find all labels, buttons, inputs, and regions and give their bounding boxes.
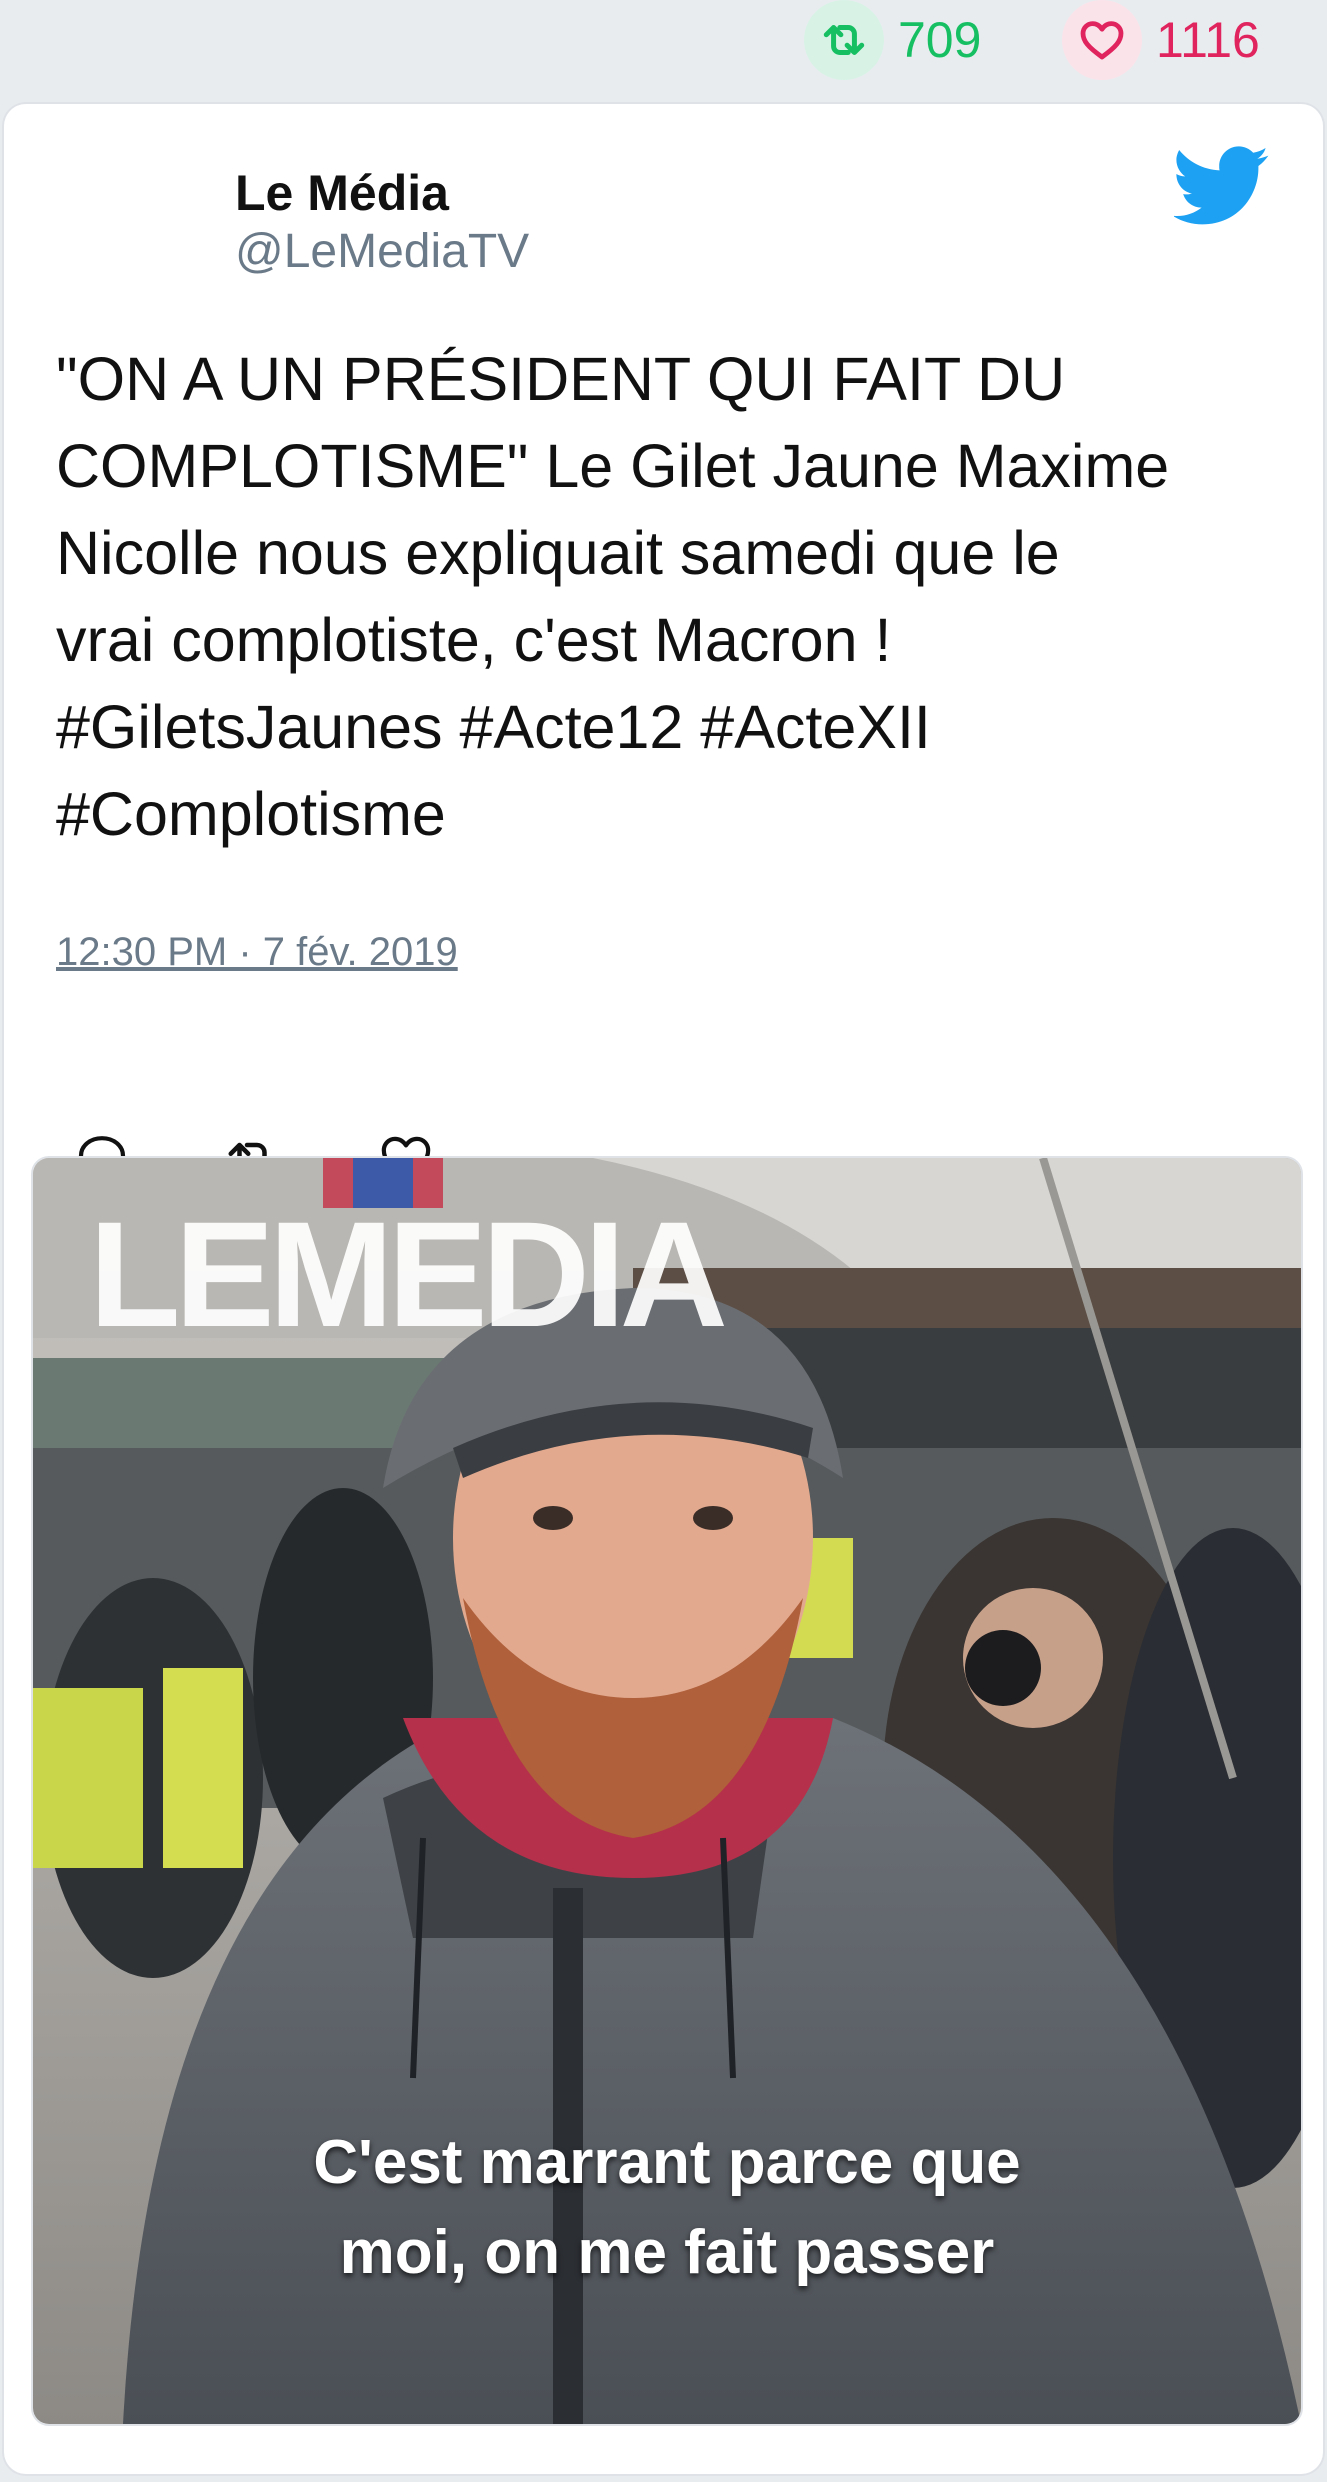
- retweet-stat[interactable]: 709: [804, 0, 981, 80]
- tweet-card: Le Média @LeMediaTV "ON A UN PRÉSIDENT Q…: [4, 104, 1323, 2474]
- tweet-timestamp[interactable]: 12:30 PM · 7 fév. 2019: [56, 930, 458, 975]
- heart-icon[interactable]: [1062, 0, 1142, 80]
- twitter-bird-icon[interactable]: [1172, 146, 1270, 231]
- retweet-count: 709: [898, 12, 982, 68]
- author-handle[interactable]: @LeMediaTV: [235, 224, 529, 279]
- like-stat[interactable]: 1116: [1062, 0, 1260, 80]
- tweet-text: "ON A UN PRÉSIDENT QUI FAIT DU COMPLOTIS…: [56, 345, 1170, 848]
- like-count: 1116: [1156, 12, 1260, 68]
- engagement-bar: 709 1116: [0, 0, 1327, 100]
- tweet-video[interactable]: LEMEDIA C'est marrant parce que moi, on …: [31, 1156, 1303, 2426]
- video-watermark-logo: LEMEDIA: [89, 1190, 728, 1358]
- subtitle-line-1: C'est marrant parce que: [313, 2128, 1021, 2197]
- subtitle-line-2: moi, on me fait passer: [339, 2218, 995, 2287]
- retweet-icon[interactable]: [804, 0, 884, 80]
- author-name[interactable]: Le Média: [235, 164, 449, 222]
- video-subtitle: C'est marrant parce que moi, on me fait …: [33, 2118, 1301, 2298]
